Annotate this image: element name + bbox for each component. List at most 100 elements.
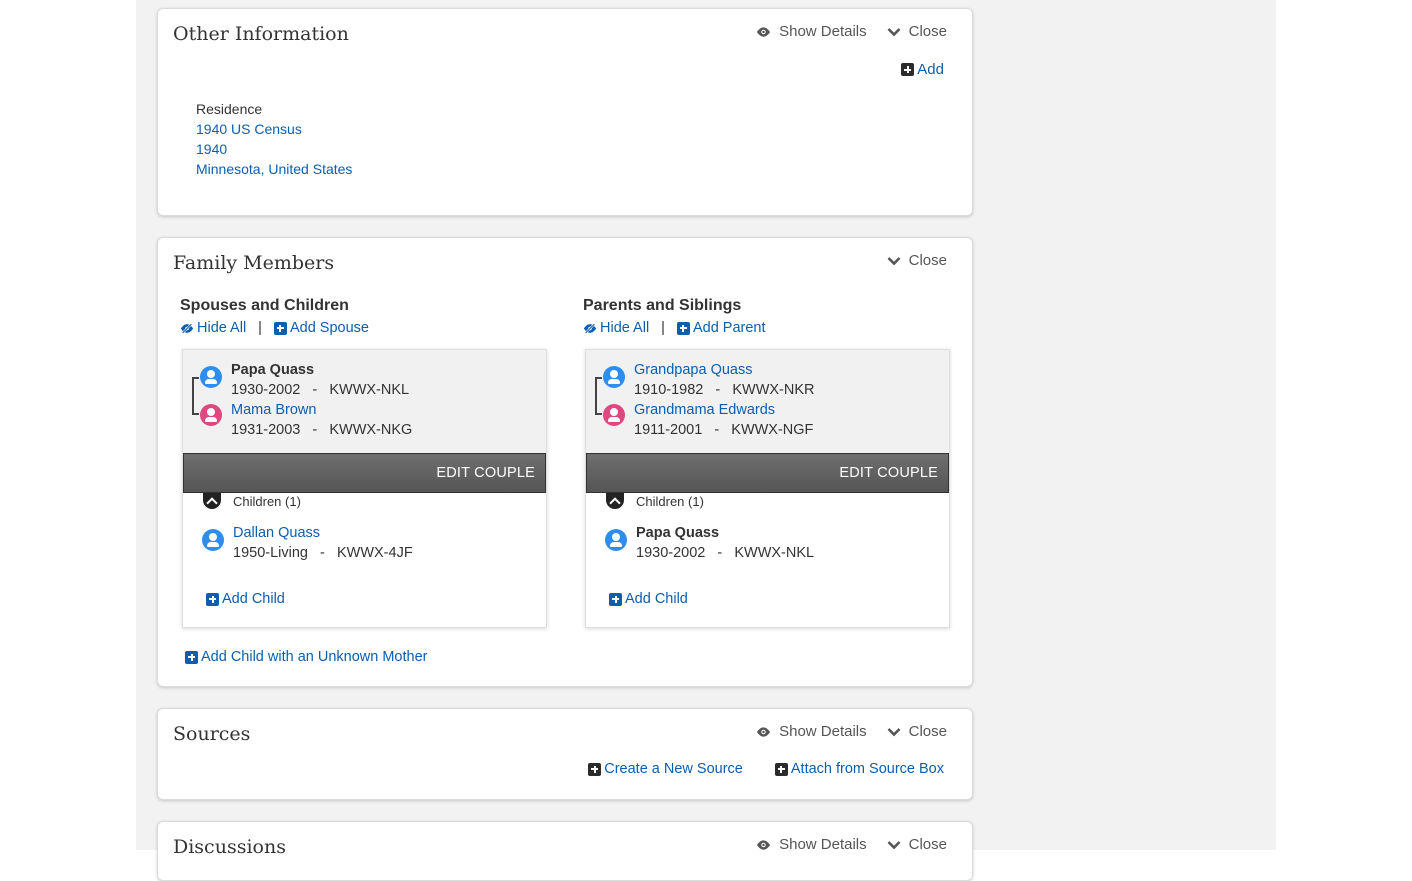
plus-square-icon [901, 63, 915, 76]
children-label: Children (1) [233, 493, 301, 509]
attach-source-button[interactable]: Attach from Source Box [774, 761, 944, 777]
close-button[interactable]: Close [887, 23, 947, 40]
discussions-actions: Show Details Close [756, 836, 947, 853]
husband-name: Papa Quass [231, 362, 315, 378]
add-child-button[interactable]: Add Child [609, 591, 688, 607]
sources-actions: Show Details Close [756, 723, 947, 740]
show-details-label: Show Details [779, 23, 867, 40]
add-child-unknown-mother-label: Add Child with an Unknown Mother [201, 649, 428, 665]
male-person-icon [202, 529, 224, 551]
eye-slash-icon [583, 322, 597, 334]
other-information-title: Other Information [173, 23, 349, 45]
edit-couple-button[interactable]: EDIT COUPLE [183, 453, 546, 493]
close-label: Close [908, 836, 947, 853]
female-person-icon [200, 404, 222, 426]
eye-icon [757, 726, 771, 737]
hide-all-parents-button[interactable]: Hide All [583, 320, 649, 336]
husband-meta: 1930-2002 - KWWX-NKL [231, 382, 410, 398]
family-members-actions: Close [887, 252, 947, 269]
child-name-link[interactable]: Dallan Quass [233, 523, 413, 543]
sibling-meta: 1930-2002 - KWWX-NKL [636, 545, 815, 561]
fact-source-link[interactable]: 1940 US Census [196, 121, 302, 137]
chevron-up-icon [203, 493, 221, 509]
sources-card: Sources Show Details Close Create a New … [157, 708, 973, 800]
attach-source-label: Attach from Source Box [790, 761, 944, 777]
separator: | [661, 320, 665, 336]
male-person-icon [605, 529, 627, 551]
chevron-down-icon [887, 256, 901, 265]
show-details-label: Show Details [779, 723, 867, 740]
separator: | [258, 320, 262, 336]
discussions-title: Discussions [173, 836, 286, 858]
plus-square-icon [676, 321, 690, 335]
spouses-links: Hide All | Add Spouse [180, 320, 369, 336]
children-label: Children (1) [636, 493, 704, 509]
plus-square-icon [185, 650, 198, 664]
couple-bracket [595, 377, 602, 415]
chevron-down-icon [887, 727, 901, 736]
close-button[interactable]: Close [887, 836, 947, 853]
wife-name-link[interactable]: Mama Brown [231, 400, 412, 420]
parents-heading: Parents and Siblings [583, 297, 742, 314]
chevron-up-icon [606, 493, 624, 509]
add-child-button[interactable]: Add Child [206, 591, 285, 607]
hide-all-label: Hide All [197, 320, 247, 336]
chevron-down-icon [887, 840, 901, 849]
family-members-title: Family Members [173, 252, 335, 274]
child-person: Dallan Quass 1950-Living - KWWX-4JF [233, 523, 413, 563]
close-label: Close [908, 252, 947, 269]
close-button[interactable]: Close [887, 723, 947, 740]
discussions-card: Discussions Show Details Close [157, 821, 973, 881]
children-toggle[interactable]: Children (1) [606, 493, 704, 509]
fact-place-link[interactable]: Minnesota, United States [196, 161, 352, 177]
hide-all-label: Hide All [600, 320, 650, 336]
other-information-card: Other Information Show Details Close Add… [157, 8, 973, 216]
close-label: Close [908, 723, 947, 740]
edit-couple-button[interactable]: EDIT COUPLE [586, 453, 949, 493]
plus-square-icon [273, 321, 287, 335]
show-details-button[interactable]: Show Details [756, 723, 867, 740]
create-source-button[interactable]: Create a New Source [588, 761, 743, 777]
residence-fact: Residence 1940 US Census 1940 Minnesota,… [196, 99, 352, 179]
father-person: Grandpapa Quass 1910-1982 - KWWX-NKR [634, 360, 815, 400]
sibling-person: Papa Quass 1930-2002 - KWWX-NKL [636, 523, 814, 563]
husband-person: Papa Quass 1930-2002 - KWWX-NKL [231, 360, 409, 400]
add-parent-button[interactable]: Add Parent [676, 320, 766, 336]
mother-meta: 1911-2001 - KWWX-NGF [634, 422, 814, 438]
show-details-label: Show Details [779, 836, 867, 853]
wife-person: Mama Brown 1931-2003 - KWWX-NKG [231, 400, 412, 440]
parents-couple-card: Grandpapa Quass 1910-1982 - KWWX-NKR Gra… [585, 349, 950, 628]
fact-date-link[interactable]: 1940 [196, 141, 227, 157]
plus-square-icon [609, 592, 622, 606]
father-name-link[interactable]: Grandpapa Quass [634, 360, 815, 380]
hide-all-spouses-button[interactable]: Hide All [180, 320, 246, 336]
parents-links: Hide All | Add Parent [583, 320, 766, 336]
plus-square-icon [588, 762, 602, 776]
add-child-label: Add Child [625, 591, 688, 607]
male-person-icon [200, 366, 222, 388]
create-source-label: Create a New Source [604, 761, 743, 777]
plus-square-icon [206, 592, 219, 606]
father-meta: 1910-1982 - KWWX-NKR [634, 382, 815, 398]
wife-meta: 1931-2003 - KWWX-NKG [231, 422, 413, 438]
fact-type: Residence [196, 101, 263, 117]
add-spouse-button[interactable]: Add Spouse [273, 320, 369, 336]
close-button[interactable]: Close [887, 252, 947, 269]
add-fact-button[interactable]: Add [901, 61, 944, 78]
child-meta: 1950-Living - KWWX-4JF [233, 545, 413, 561]
add-child-unknown-mother-button[interactable]: Add Child with an Unknown Mother [185, 649, 427, 665]
sibling-name: Papa Quass [636, 525, 720, 541]
eye-icon [757, 839, 771, 850]
add-parent-label: Add Parent [692, 320, 766, 336]
mother-name-link[interactable]: Grandmama Edwards [634, 400, 813, 420]
family-members-card: Family Members Close Spouses and Childre… [157, 237, 973, 687]
plus-square-icon [774, 762, 788, 776]
sources-links: Create a New Source Attach from Source B… [588, 761, 944, 777]
show-details-button[interactable]: Show Details [756, 23, 867, 40]
couple-bracket [192, 377, 199, 415]
children-toggle[interactable]: Children (1) [203, 493, 301, 509]
male-person-icon [603, 366, 625, 388]
eye-icon [757, 26, 771, 37]
close-label: Close [908, 23, 947, 40]
show-details-button[interactable]: Show Details [756, 836, 867, 853]
